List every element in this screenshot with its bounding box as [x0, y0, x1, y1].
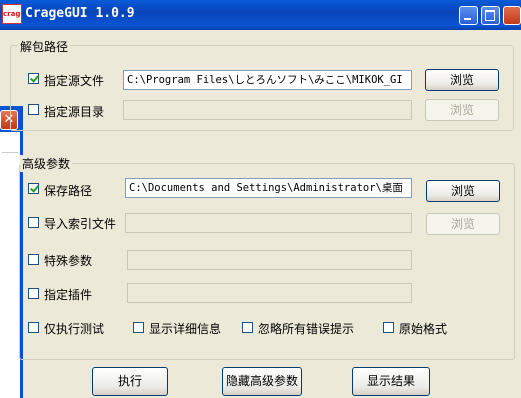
execute-button[interactable]: 执行: [92, 367, 168, 396]
plugin-checkbox[interactable]: [28, 288, 39, 299]
source-dir-label: 指定源目录: [44, 105, 105, 119]
minimize-button[interactable]: [459, 6, 478, 25]
hide-advanced-button[interactable]: 隐藏高级参数: [222, 367, 302, 396]
source-file-input[interactable]: C:\Program Files\しとろんソフト\みここ\MIKOK_GI: [123, 70, 412, 90]
special-params-label: 特殊参数: [44, 254, 93, 268]
app-icon: crage: [2, 4, 22, 24]
advanced-params-legend: 高级参数: [20, 155, 73, 172]
special-params-input[interactable]: [127, 250, 412, 270]
title-bar[interactable]: crage CrageGUI 1.0.9: [0, 0, 521, 30]
verbose-label: 显示详细信息: [149, 322, 222, 336]
test-only-checkbox[interactable]: [28, 322, 39, 333]
plugin-label: 指定插件: [44, 288, 93, 302]
test-only-label: 仅执行测试: [44, 322, 105, 336]
verbose-checkbox[interactable]: [133, 322, 144, 333]
ignore-errors-label: 忽略所有错误提示: [258, 322, 355, 336]
maximize-button[interactable]: [481, 6, 500, 25]
index-file-checkbox[interactable]: [28, 217, 39, 228]
source-file-checkbox[interactable]: [28, 73, 39, 84]
index-file-browse-button[interactable]: 浏览: [426, 213, 500, 235]
source-file-browse-button[interactable]: 浏览: [425, 69, 499, 91]
ignore-errors-checkbox[interactable]: [242, 322, 253, 333]
index-file-input[interactable]: [125, 213, 412, 233]
source-file-label: 指定源文件: [44, 74, 105, 88]
raw-format-checkbox[interactable]: [383, 322, 394, 333]
close-button[interactable]: [503, 6, 521, 25]
special-params-checkbox[interactable]: [28, 254, 39, 265]
extract-path-legend: 解包路径: [18, 38, 71, 55]
source-dir-input[interactable]: [123, 100, 412, 120]
save-path-browse-button[interactable]: 浏览: [426, 180, 500, 202]
source-dir-browse-button[interactable]: 浏览: [425, 99, 499, 121]
index-file-label: 导入索引文件: [44, 217, 117, 231]
window-title: CrageGUI 1.0.9: [25, 6, 135, 21]
divider: [2, 152, 18, 153]
save-path-label: 保存路径: [44, 184, 93, 198]
save-path-checkbox[interactable]: [28, 183, 39, 194]
save-path-input[interactable]: C:\Documents and Settings\Administrator\…: [125, 178, 412, 198]
source-dir-checkbox[interactable]: [28, 104, 39, 115]
show-results-button[interactable]: 显示结果: [352, 367, 430, 396]
plugin-input[interactable]: [127, 283, 412, 303]
raw-format-label: 原始格式: [399, 322, 448, 336]
